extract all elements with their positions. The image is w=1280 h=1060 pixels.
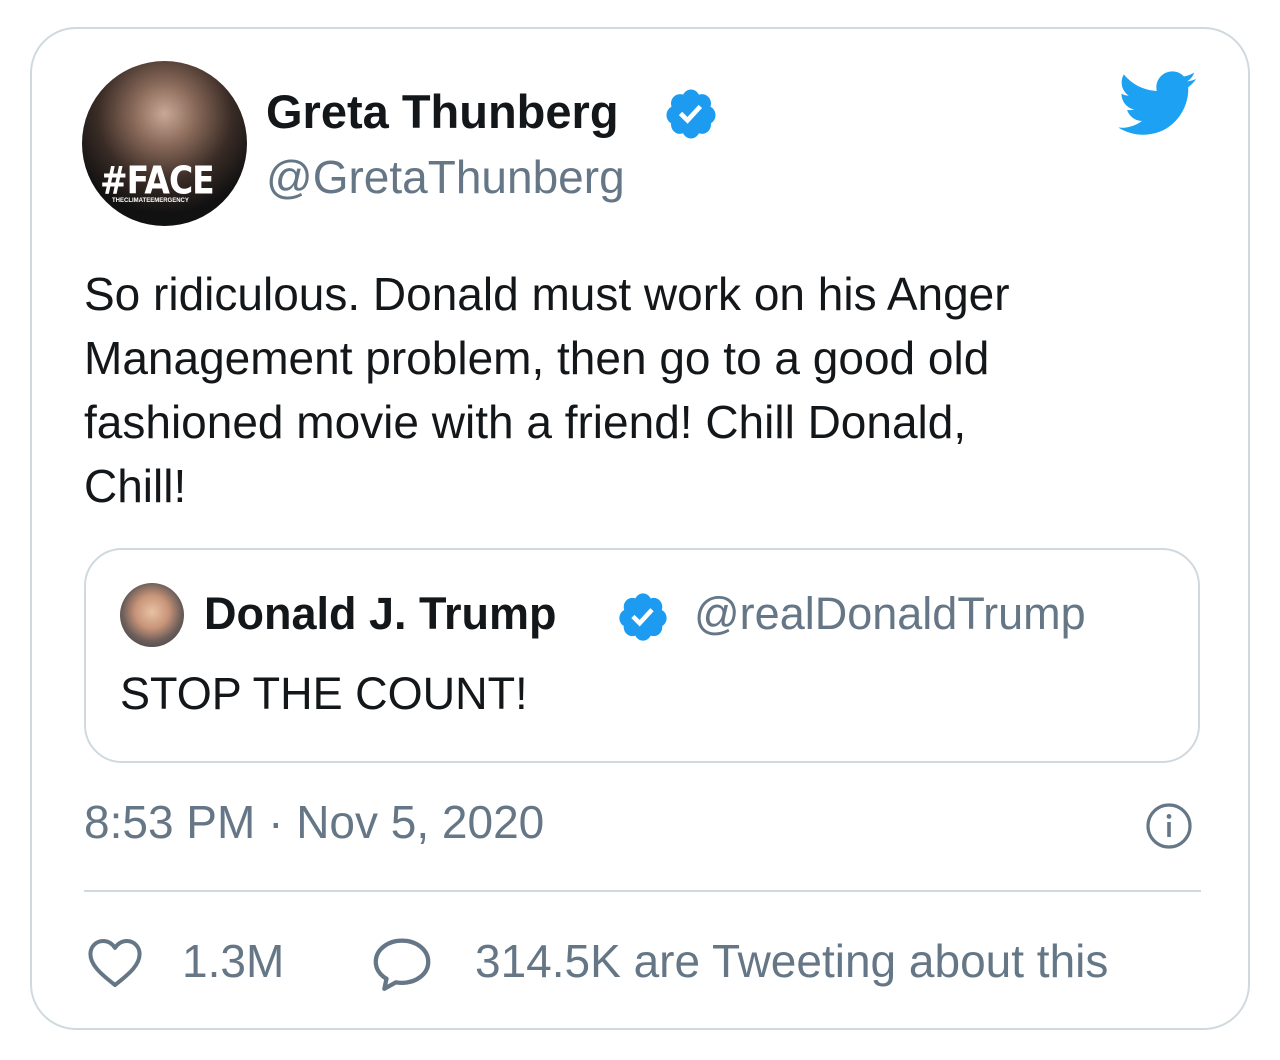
tweet-text-line: Management problem, then go to a good ol… (84, 332, 990, 384)
info-icon[interactable] (1145, 802, 1193, 850)
like-count[interactable]: 1.3M (182, 934, 284, 988)
speech-bubble-icon[interactable] (371, 935, 433, 993)
quoted-avatar[interactable] (120, 583, 184, 647)
tweet-text: So ridiculous. Donald must work on his A… (84, 262, 1184, 518)
verified-badge-icon (666, 89, 716, 139)
verified-badge-icon (619, 593, 667, 641)
tweet-text-line: So ridiculous. Donald must work on his A… (84, 268, 1010, 320)
tweeting-about-count[interactable]: 314.5K are Tweeting about this (475, 934, 1108, 988)
tweet-timestamp[interactable]: 8:53 PM · Nov 5, 2020 (84, 795, 544, 849)
divider (84, 890, 1201, 892)
twitter-bird-icon[interactable] (1118, 71, 1198, 137)
tweet-text-line: Chill! (84, 460, 187, 512)
quoted-display-name: Donald J. Trump (204, 588, 557, 639)
heart-icon[interactable] (86, 937, 144, 989)
quoted-handle: @realDonaldTrump (694, 588, 1086, 639)
tweet-text-line: fashioned movie with a friend! Chill Don… (84, 396, 967, 448)
quoted-tweet[interactable]: Donald J. Trump @realDonaldTrump STOP TH… (84, 548, 1200, 763)
quoted-text: STOP THE COUNT! (120, 668, 528, 719)
author-avatar[interactable]: #FACE THECLIMATEEMERGENCY (82, 61, 247, 226)
avatar-overlay-subtext: THECLIMATEEMERGENCY (112, 198, 189, 204)
author-handle[interactable]: @GretaThunberg (266, 150, 625, 204)
author-display-name[interactable]: Greta Thunberg (266, 84, 619, 139)
avatar-overlay-text: #FACE (100, 158, 215, 203)
